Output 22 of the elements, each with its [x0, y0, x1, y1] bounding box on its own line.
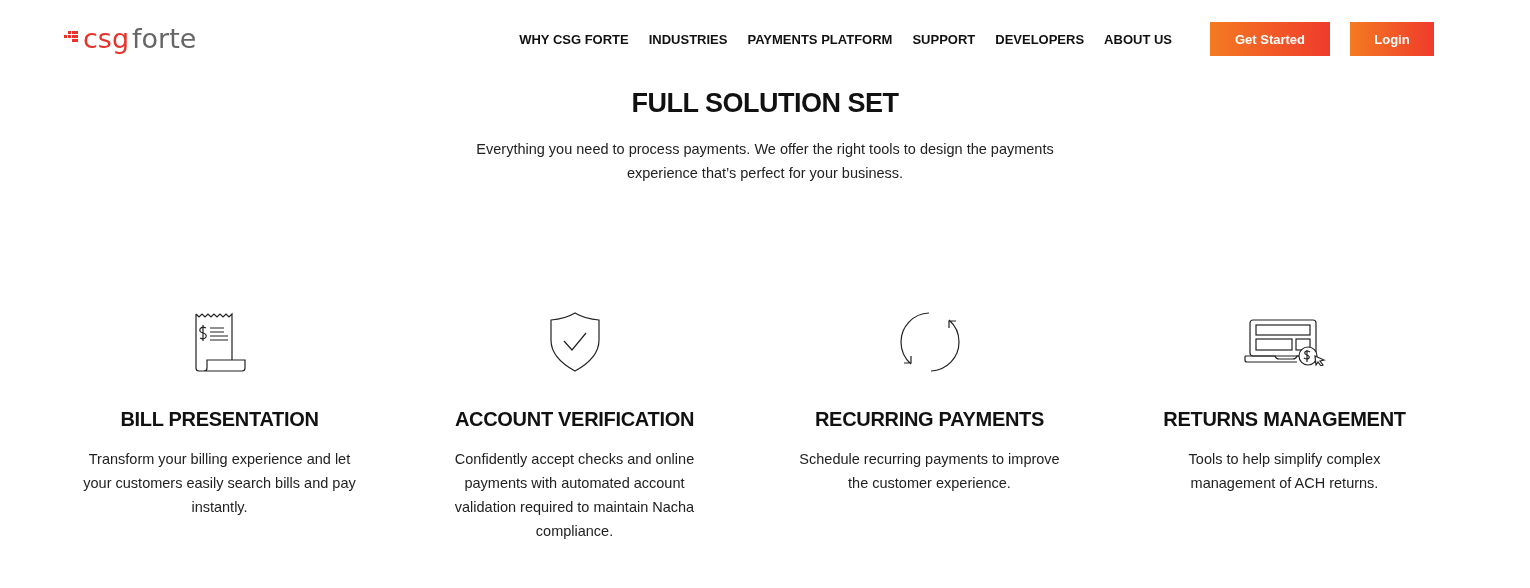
- feature-title: RETURNS MANAGEMENT: [1163, 408, 1406, 431]
- feature-title: ACCOUNT VERIFICATION: [454, 408, 695, 431]
- logo[interactable]: csgforte: [64, 24, 197, 52]
- nav-link[interactable]: ABOUT US: [1104, 31, 1172, 47]
- feature-description: Confidently accept checks and online payments with automated account validation required to maintain Nacha compliance.: [453, 450, 696, 541]
- receipt-icon: [192, 311, 247, 373]
- section-title: FULL SOLUTION SET: [630, 88, 900, 119]
- nav-link[interactable]: WHY CSG FORTE: [519, 31, 629, 47]
- section-description: Everything you need to process payments. We offer the right tools to design the payments experience that’s perfect for your business.: [475, 140, 1055, 183]
- nav-link[interactable]: INDUSTRIES: [648, 31, 728, 47]
- feature-description: Tools to help simplify complex management of ACH returns.: [1187, 450, 1382, 493]
- laptop-payment-icon: [1243, 318, 1326, 366]
- feature-title: BILL PRESENTATION: [120, 408, 319, 431]
- feature-title: RECURRING PAYMENTS: [814, 408, 1045, 431]
- feature-description: Transform your billing experience and let your customers easily search bills and pay instantly.: [82, 450, 357, 517]
- nav-link[interactable]: PAYMENTS PLATFORM: [747, 31, 893, 47]
- nav-link[interactable]: DEVELOPERS: [995, 31, 1085, 47]
- feature-description: Schedule recurring payments to improve the customer experience.: [798, 450, 1061, 493]
- shield-check-icon: [549, 312, 600, 372]
- nav-link[interactable]: SUPPORT: [912, 31, 976, 47]
- logo-pixel-icon: [64, 31, 78, 45]
- refresh-arrows-icon: [898, 311, 961, 373]
